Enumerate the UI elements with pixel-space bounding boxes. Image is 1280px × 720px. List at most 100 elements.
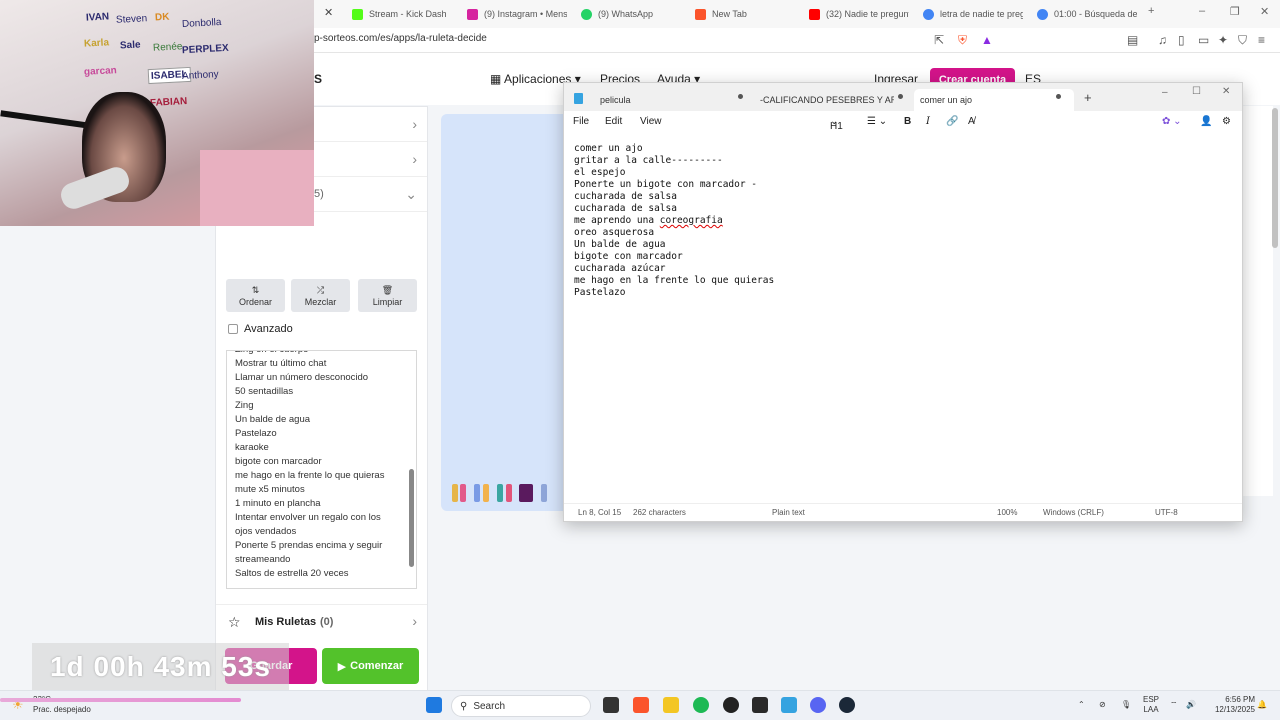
list-dropdown-icon[interactable]: ☰ ⌄	[867, 116, 887, 127]
theme-swatch[interactable]	[474, 484, 480, 502]
entries-scrollbar[interactable]	[409, 469, 414, 567]
theme-swatch[interactable]	[452, 484, 458, 502]
shuffle-button[interactable]: ⤮ Mezclar	[291, 279, 350, 312]
rewards-icon[interactable]: ▲	[981, 33, 993, 47]
grid-icon: ▦	[490, 72, 505, 86]
brave-icon[interactable]	[633, 697, 649, 713]
entry-item: Mostrar tu último chat	[235, 358, 327, 369]
steam-icon[interactable]	[839, 697, 855, 713]
file-format: Plain text	[772, 508, 805, 517]
spotify-icon[interactable]	[693, 697, 709, 713]
advanced-toggle[interactable]: Avanzado	[228, 323, 293, 335]
wall-name: DK	[154, 11, 170, 24]
theme-swatch[interactable]	[483, 484, 489, 502]
wallet-icon[interactable]: ▭	[1198, 33, 1209, 47]
minimize-icon[interactable]: –	[1199, 5, 1205, 17]
page-scrollbar[interactable]	[1272, 108, 1278, 248]
close-tab-icon[interactable]: ✕	[324, 6, 333, 19]
close-window-icon[interactable]: ✕	[1260, 5, 1269, 18]
wifi-icon[interactable]: ⌔	[1170, 700, 1178, 710]
tab-google-lyrics[interactable]: letra de nadie te preg	[923, 4, 1023, 24]
tab-youtube[interactable]: (32) Nadie te pregunt	[809, 4, 909, 24]
my-wheels-row[interactable]: ☆ Mis Ruletas (0) ›	[216, 604, 427, 638]
encoding[interactable]: UTF-8	[1155, 508, 1178, 517]
notification-icon[interactable]: 🔔	[1257, 700, 1267, 710]
clear-button[interactable]: 🗑 Limpiar	[358, 279, 417, 312]
advanced-checkbox[interactable]	[228, 324, 238, 334]
tab-whatsapp[interactable]: (9) WhatsApp	[581, 4, 681, 24]
copilot-icon[interactable]: ✿ ⌄	[1162, 116, 1182, 127]
menu-icon[interactable]: ≡	[1258, 33, 1265, 47]
text-line: Ponerte un bigote con marcador -	[574, 179, 758, 190]
clock[interactable]: 6:56 PM 12/13/2025	[1207, 695, 1255, 715]
start-icon[interactable]	[426, 697, 442, 713]
obs-icon[interactable]	[723, 697, 739, 713]
entry-item: me hago en la frente lo que quieras	[235, 470, 385, 481]
theme-swatch[interactable]	[460, 484, 466, 502]
menu-view[interactable]: View	[640, 116, 662, 127]
file-explorer-icon[interactable]	[663, 697, 679, 713]
unsaved-dot-icon	[1056, 94, 1061, 99]
notepad-tab-pelicula[interactable]: pelicula	[594, 89, 744, 111]
clear-format-icon[interactable]: A̸	[968, 116, 975, 127]
minimize-icon[interactable]: –	[1162, 87, 1168, 98]
start-button[interactable]: ▶ Comenzar	[322, 648, 419, 684]
url-text[interactable]: p-sorteos.com/es/apps/la-ruleta-decide	[314, 33, 487, 44]
text-line: me aprendo una coreografia	[574, 215, 723, 226]
notepad-tab-calificando[interactable]: -CALIFICANDO PESEBRES Y ARBOLE	[754, 89, 894, 111]
wall-name: Renée	[152, 41, 183, 54]
music-icon[interactable]: ♫	[1158, 33, 1167, 47]
new-tab-icon[interactable]: +	[1084, 90, 1092, 105]
brave-shield-icon[interactable]: ⛨	[958, 33, 967, 48]
task-view-icon[interactable]	[603, 697, 619, 713]
vpn-icon[interactable]: ⛉	[1238, 33, 1247, 48]
sort-button[interactable]: ⇅ Ordenar	[226, 279, 285, 312]
input-language[interactable]: ESP LAA	[1143, 695, 1159, 715]
theme-swatch[interactable]	[506, 484, 512, 502]
entries-textarea[interactable]: Zing en el cuerpoMostrar tu último chat L…	[226, 350, 417, 589]
zoom-level[interactable]: 100%	[997, 508, 1017, 517]
theme-swatch[interactable]	[497, 484, 503, 502]
entry-item: Un balde de agua	[235, 414, 311, 425]
account-icon[interactable]: 👤	[1200, 116, 1212, 127]
text-line: gritar a la calle---------	[574, 155, 723, 166]
taskbar-search[interactable]: ⚲ Search	[451, 695, 591, 717]
menu-edit[interactable]: Edit	[605, 116, 622, 127]
reader-icon[interactable]: ▤	[1127, 33, 1138, 47]
misspelled-word[interactable]: coreografia	[660, 215, 723, 226]
tab-google-search[interactable]: 01:00 - Búsqueda de G	[1037, 4, 1137, 24]
bold-icon[interactable]: B	[904, 116, 911, 127]
menu-file[interactable]: File	[573, 116, 589, 127]
text-line: Un balde de agua	[574, 239, 666, 250]
theme-swatch[interactable]	[519, 484, 533, 502]
close-icon[interactable]: ✕	[1222, 86, 1230, 97]
notepad-tab-comer-un-ajo[interactable]: comer un ajo	[914, 89, 1074, 111]
line-ending[interactable]: Windows (CRLF)	[1043, 508, 1104, 517]
heading-dropdown[interactable]: H1 ⌄	[830, 116, 843, 132]
new-tab-icon[interactable]: +	[1148, 5, 1154, 17]
share-icon[interactable]: ⇱	[934, 33, 944, 47]
theme-swatch[interactable]	[541, 484, 547, 502]
chevron-up-icon[interactable]: ⌃	[1078, 700, 1085, 710]
link-icon[interactable]: 🔗	[946, 116, 958, 127]
chevron-right-icon: ›	[412, 613, 417, 629]
notepad-app-icon	[574, 93, 583, 104]
volume-icon[interactable]: 🔊	[1186, 700, 1196, 710]
tab-instagram[interactable]: (9) Instagram • Mensa	[467, 4, 567, 24]
mic-icon[interactable]: 🎙	[1121, 700, 1131, 710]
notepad-text-area[interactable]: comer un ajo gritar a la calle--------- el…	[574, 143, 774, 299]
wheel-canvas[interactable]	[441, 114, 571, 511]
site-logo-fragment[interactable]: S	[314, 72, 322, 86]
notepad-icon[interactable]	[781, 697, 797, 713]
italic-icon[interactable]: I	[926, 116, 930, 127]
maximize-icon[interactable]: ☐	[1192, 86, 1201, 97]
discord-icon[interactable]	[810, 697, 826, 713]
settings-gear-icon[interactable]: ⚙	[1222, 116, 1231, 127]
tab-new-tab[interactable]: New Tab	[695, 4, 795, 24]
terminal-icon[interactable]	[752, 697, 768, 713]
network-off-icon[interactable]: ⊘	[1099, 700, 1106, 710]
tab-kick[interactable]: Stream - Kick Dash	[352, 4, 452, 24]
sidebar-icon[interactable]: ▯	[1178, 33, 1185, 47]
maximize-icon[interactable]: ❐	[1230, 5, 1240, 18]
leo-icon[interactable]: ✦	[1218, 33, 1228, 47]
